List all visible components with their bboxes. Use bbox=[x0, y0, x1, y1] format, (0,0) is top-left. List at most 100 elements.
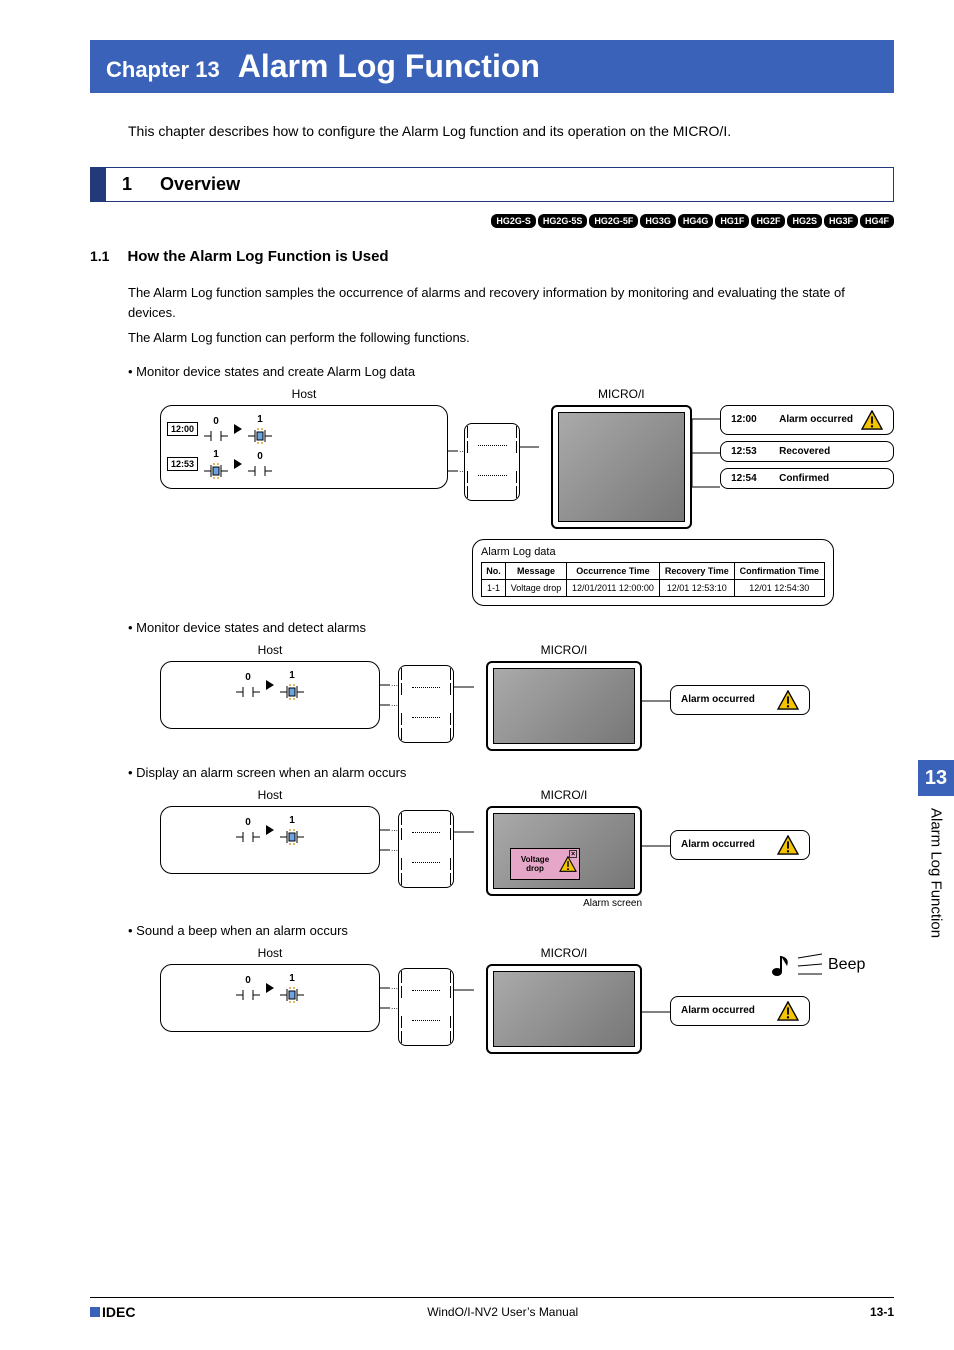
connector-line: ⋯ ⋯ bbox=[380, 657, 398, 737]
host-box: 12:00 0 1 12:53 1 bbox=[160, 405, 448, 489]
warning-icon bbox=[777, 690, 799, 710]
warning-icon bbox=[559, 856, 577, 872]
logo-square-icon bbox=[90, 1307, 100, 1317]
popup-text: Voltage drop bbox=[513, 855, 557, 873]
host-box: 0 1 bbox=[160, 964, 380, 1032]
state-number: 0 bbox=[257, 451, 263, 462]
section-number: 1 bbox=[122, 174, 132, 195]
table-cell: Voltage drop bbox=[506, 579, 567, 596]
arrow-icon bbox=[266, 680, 274, 690]
host-label: Host bbox=[160, 946, 380, 960]
warning-icon bbox=[777, 1001, 799, 1021]
state-number: 0 bbox=[245, 817, 251, 828]
beep-label-group: Beep bbox=[770, 952, 865, 978]
state-number: 1 bbox=[289, 815, 295, 826]
sound-lines-icon bbox=[796, 952, 824, 978]
micro-device: × Voltage drop bbox=[486, 806, 642, 896]
rack-icon bbox=[398, 665, 454, 743]
svg-text:⋯: ⋯ bbox=[391, 1006, 398, 1013]
callout-time: 12:00 bbox=[731, 414, 771, 425]
state-number: 1 bbox=[213, 449, 219, 460]
badge: HG2G-5F bbox=[589, 214, 638, 228]
idec-logo: IDEC bbox=[90, 1304, 135, 1320]
subsection-title: How the Alarm Log Function is Used bbox=[127, 248, 388, 265]
contact-closed-icon bbox=[280, 828, 304, 846]
callout: Alarm occurred bbox=[670, 830, 810, 860]
connector-line: ⋯ ⋯ bbox=[380, 960, 398, 1040]
section-header: 1 Overview bbox=[90, 167, 894, 202]
subsection-header: 1.1 How the Alarm Log Function is Used bbox=[90, 248, 894, 265]
svg-text:⋯: ⋯ bbox=[391, 703, 398, 710]
callout: Alarm occurred bbox=[670, 996, 810, 1026]
diagram-4: Host 0 1 ⋯ ⋯ bbox=[160, 946, 894, 1054]
logo-text: IDEC bbox=[102, 1304, 135, 1320]
intro-paragraph: This chapter describes how to configure … bbox=[128, 123, 894, 139]
micro-device bbox=[486, 661, 642, 751]
state-number: 0 bbox=[245, 672, 251, 683]
alarm-popup: × Voltage drop bbox=[510, 848, 580, 880]
paragraph: The Alarm Log function samples the occur… bbox=[128, 283, 894, 322]
micro-label: MICRO/I bbox=[486, 643, 642, 657]
time-tag: 12:00 bbox=[167, 422, 198, 436]
diagram-3: Host 0 1 ⋯ ⋯ bbox=[160, 788, 894, 909]
badge: HG4F bbox=[860, 214, 894, 228]
chapter-header: Chapter 13 Alarm Log Function bbox=[90, 40, 894, 93]
badge: HG3F bbox=[824, 214, 858, 228]
warning-icon bbox=[861, 410, 883, 430]
table-header: Recovery Time bbox=[660, 562, 735, 579]
state-number: 1 bbox=[257, 414, 263, 425]
micro-label: MICRO/I bbox=[486, 788, 642, 802]
connector-line: ⋯ ⋯ bbox=[380, 802, 398, 882]
bullet-item: Display an alarm screen when an alarm oc… bbox=[128, 765, 894, 780]
contact-open-icon bbox=[236, 685, 260, 699]
paragraph: The Alarm Log function can perform the f… bbox=[128, 328, 894, 348]
host-box: 0 1 bbox=[160, 661, 380, 729]
table-header: No. bbox=[482, 562, 506, 579]
arrow-icon bbox=[266, 825, 274, 835]
callout-time: 12:54 bbox=[731, 473, 771, 484]
side-tab-text: Alarm Log Function bbox=[928, 808, 945, 938]
callout-text: Recovered bbox=[779, 446, 830, 457]
section-title: Overview bbox=[160, 174, 240, 195]
alarm-log-data-label: Alarm Log data bbox=[481, 546, 825, 558]
callout: 12:00 Alarm occurred bbox=[720, 405, 894, 435]
callout: 12:54 Confirmed bbox=[720, 468, 894, 489]
micro-device bbox=[486, 964, 642, 1054]
table-cell: 1-1 bbox=[482, 579, 506, 596]
micro-label: MICRO/I bbox=[486, 946, 642, 960]
table-header: Occurrence Time bbox=[566, 562, 659, 579]
callout: 12:53 Recovered bbox=[720, 441, 894, 462]
side-tab-number: 13 bbox=[918, 760, 954, 796]
state-number: 1 bbox=[289, 973, 295, 984]
arrow-icon bbox=[234, 459, 242, 469]
connector-line bbox=[454, 802, 474, 882]
alarm-log-data-box: Alarm Log data No. Message Occurrence Ti… bbox=[472, 539, 834, 606]
badge: HG1F bbox=[715, 214, 749, 228]
close-icon: × bbox=[569, 850, 577, 858]
contact-closed-icon bbox=[280, 986, 304, 1004]
page-number: 13-1 bbox=[870, 1305, 894, 1319]
side-tab: 13 Alarm Log Function bbox=[918, 760, 954, 938]
callout-text: Confirmed bbox=[779, 473, 829, 484]
rack-icon bbox=[398, 810, 454, 888]
state-number: 0 bbox=[213, 416, 219, 427]
badge: HG2G-S bbox=[491, 214, 536, 228]
beep-text: Beep bbox=[828, 956, 865, 974]
table-cell: 12/01/2011 12:00:00 bbox=[566, 579, 659, 596]
connector-line bbox=[520, 407, 538, 517]
rack-icon bbox=[464, 423, 520, 501]
table-header: Confirmation Time bbox=[734, 562, 824, 579]
host-label: Host bbox=[160, 387, 448, 401]
contact-closed-icon bbox=[204, 462, 228, 480]
host-label: Host bbox=[160, 788, 380, 802]
state-number: 1 bbox=[289, 670, 295, 681]
contact-closed-icon bbox=[248, 427, 272, 445]
contact-open-icon bbox=[204, 429, 228, 443]
music-note-icon bbox=[770, 952, 792, 978]
callout-text: Alarm occurred bbox=[779, 414, 853, 425]
svg-text:⋯: ⋯ bbox=[391, 683, 398, 690]
time-tag: 12:53 bbox=[167, 457, 198, 471]
callout-time: 12:53 bbox=[731, 446, 771, 457]
bullet-item: Monitor device states and detect alarms bbox=[128, 620, 894, 635]
host-label: Host bbox=[160, 643, 380, 657]
